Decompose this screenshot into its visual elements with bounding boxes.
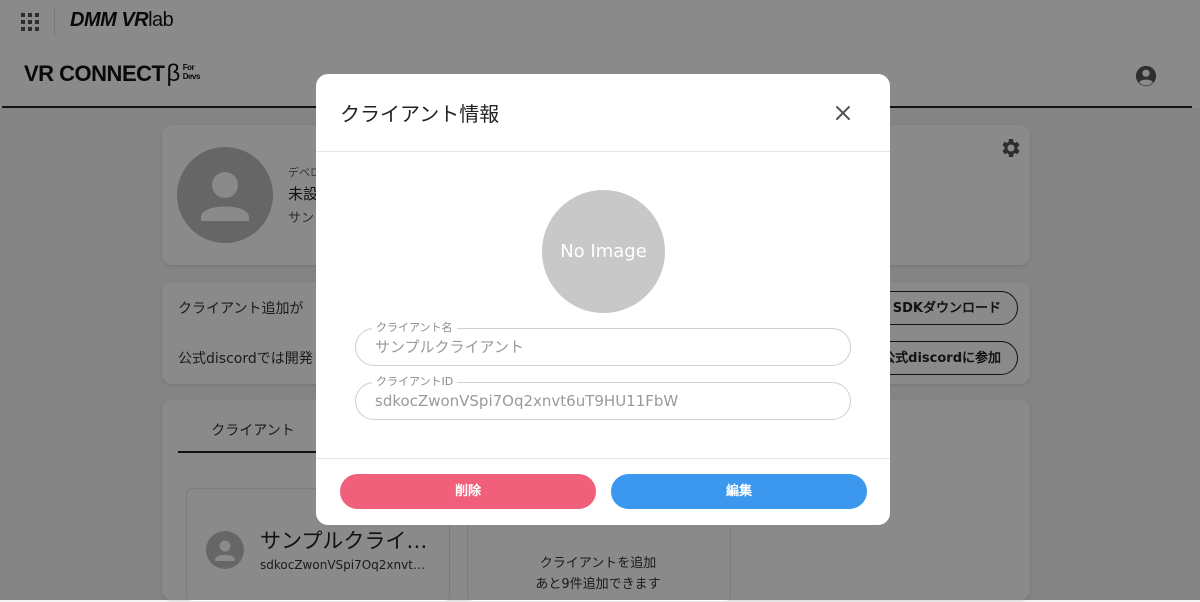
client-id-field[interactable]: クライアントID sdkocZwonVSpi7Oq2xnvt6uT9HU11Fb… xyxy=(355,375,851,420)
delete-button[interactable]: 削除 xyxy=(340,474,596,509)
close-icon[interactable] xyxy=(832,102,854,124)
dialog-title: クライアント情報 xyxy=(340,102,500,126)
client-name-field[interactable]: クライアント名 サンプルクライアント xyxy=(355,321,851,366)
client-image-placeholder: No Image xyxy=(542,190,665,313)
edit-button[interactable]: 編集 xyxy=(611,474,867,509)
dialog-divider-top xyxy=(316,151,890,152)
client-name-value: サンプルクライアント xyxy=(375,338,524,356)
client-info-dialog: クライアント情報 No Image クライアント名 サンプルクライアント クライ… xyxy=(316,74,890,525)
dialog-divider-bottom xyxy=(316,458,890,459)
client-id-value: sdkocZwonVSpi7Oq2xnvt6uT9HU11FbW xyxy=(375,392,679,410)
